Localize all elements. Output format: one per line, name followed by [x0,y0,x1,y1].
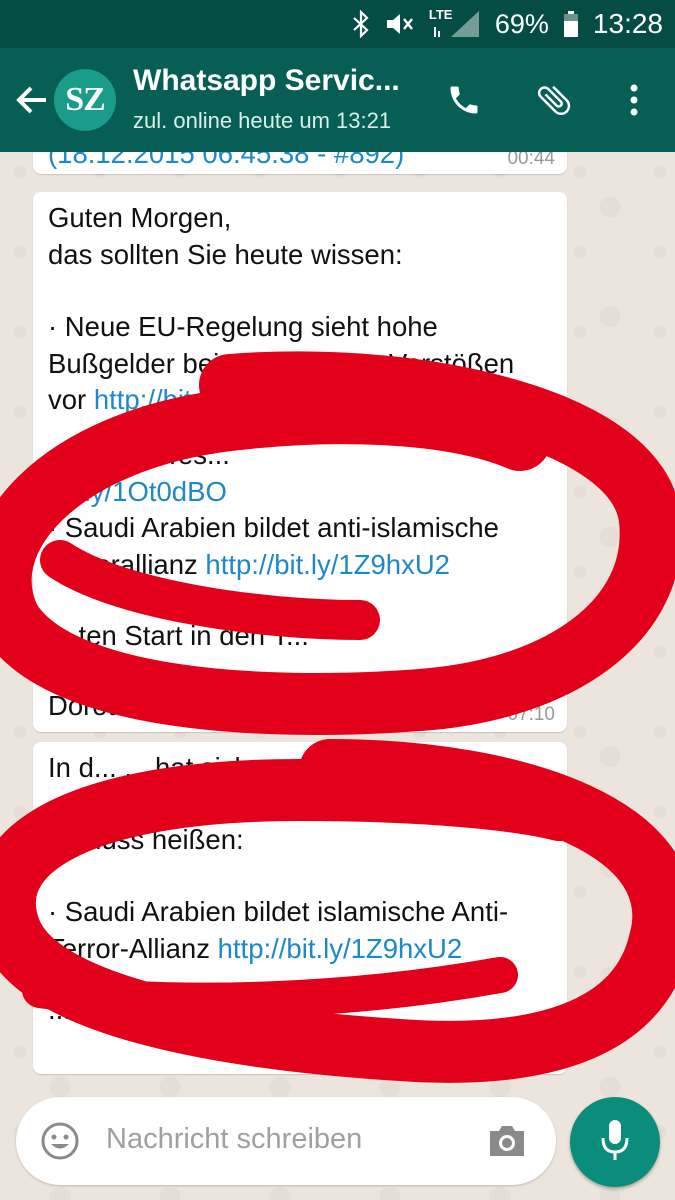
network-type: LTE [428,7,453,22]
camera-icon[interactable] [486,1121,528,1166]
message-intro: In d... ... hat sich [48,752,250,783]
message-link[interactable]: http://bit.ly/1Z9hxU2 [205,549,450,580]
message-tail: ... Bi... [48,994,126,1025]
battery-icon [563,10,579,38]
attach-icon[interactable] [532,78,576,122]
message-item: · Saudi Arabien bildet islamische Anti-T… [48,894,558,967]
message-item-2-link: bit.ly/1Ot0dBO [48,474,558,511]
mute-icon [385,10,415,38]
message-input-bar[interactable]: Nachricht schreiben [16,1097,556,1185]
message-input-placeholder[interactable]: Nachricht schreiben [106,1123,362,1156]
back-arrow-icon[interactable] [12,80,52,120]
more-icon[interactable] [612,78,656,122]
signal-icon: LTE [428,7,481,39]
mic-button[interactable] [570,1097,660,1187]
message-bubble[interactable]: Guten Morgen, das sollten Sie heute wiss… [33,192,567,732]
message-intro-2: ... muss heißen: [48,824,244,855]
status-bar: LTE 69% 13:28 [0,0,675,48]
bluetooth-icon [351,10,371,38]
mic-icon [600,1118,630,1167]
chat-title[interactable]: Whatsapp Servic... [133,64,423,98]
message-time: 0... [528,1044,555,1065]
phone-icon[interactable] [442,78,486,122]
message-bubble[interactable]: In d... ... hat sich ... muss heißen: · … [33,742,567,1074]
message-item-1: · Neue EU-Regelung sieht hohe Bußgelder … [48,309,558,419]
item-text: ... Abgas-Tes... [48,439,230,470]
chat-header-overlay: SZ Whatsapp Servic... zul. online heute … [0,48,675,152]
avatar[interactable]: SZ [54,69,116,131]
message-item-3: · Saudi Arabien bildet anti-islamische T… [48,510,558,583]
message-signature: Doroth... [48,690,154,721]
clock: 13:28 [592,8,663,39]
battery-percent: 69% [494,8,549,39]
emoji-icon[interactable] [40,1121,80,1166]
message-link[interactable]: http://bit.ly/1zYS [94,384,293,415]
message-closing: ... ten Start in den T... [48,620,309,651]
message-item-2: ... Abgas-Tes... [48,437,558,474]
message-link[interactable]: bit.ly/1Ot0dBO [48,476,227,507]
message-link[interactable]: http://bit.ly/1Z9hxU2 [218,933,463,964]
message-time: 07:10 [507,704,555,725]
chat-subtitle: zul. online heute um 13:21 [133,108,392,133]
message-greeting: Guten Morgen, das sollten Sie heute wiss… [48,202,403,270]
